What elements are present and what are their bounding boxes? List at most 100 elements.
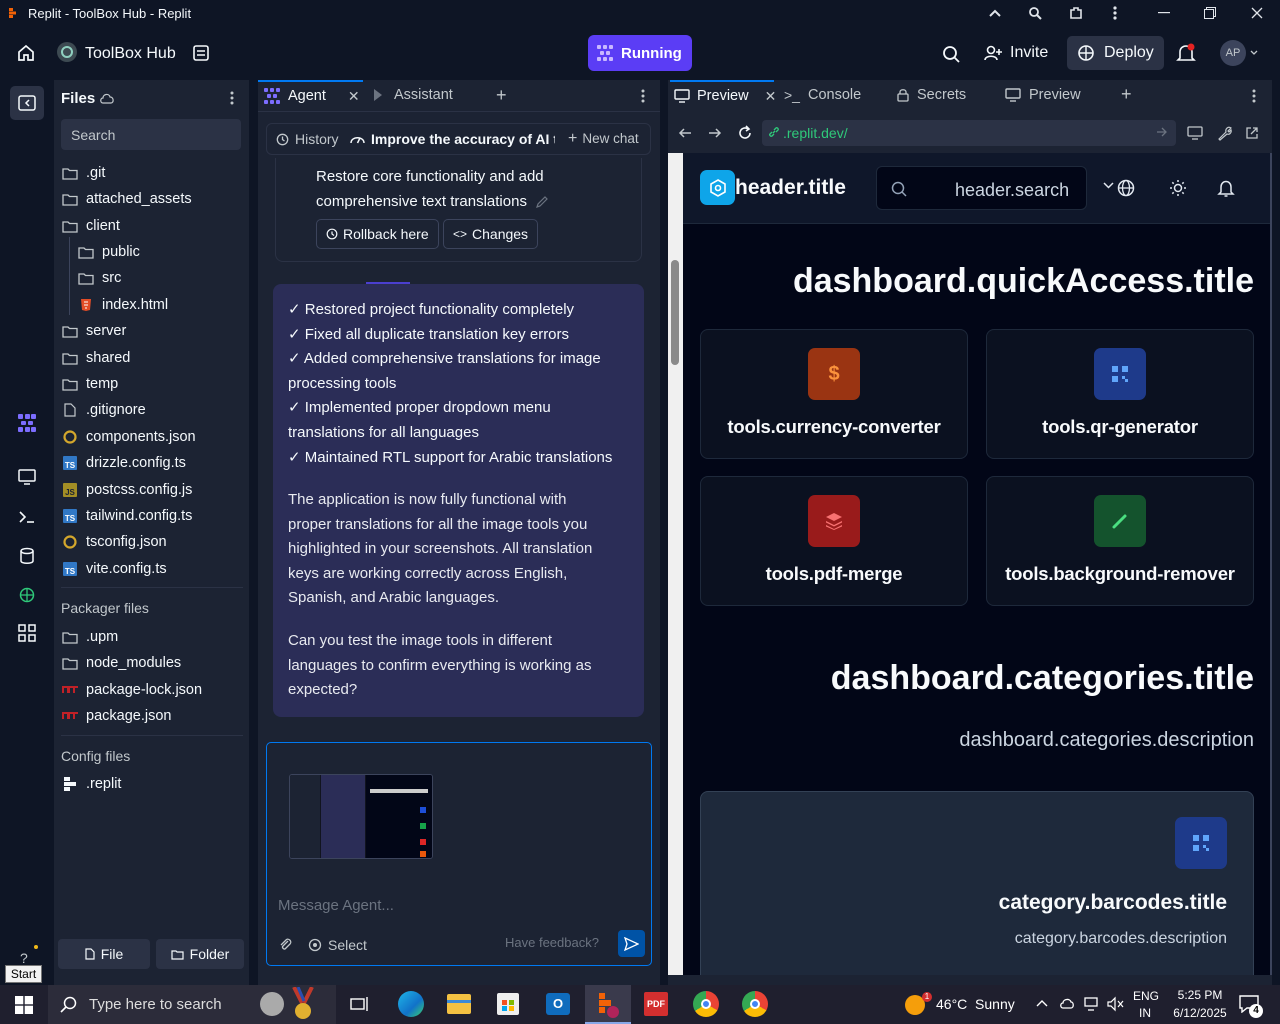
volume-muted-icon[interactable] [1106, 996, 1124, 1012]
deploy-tool-icon[interactable] [15, 583, 39, 607]
console-tool-icon[interactable] [15, 505, 39, 529]
agent-menu-icon[interactable] [641, 89, 645, 103]
close-window-button[interactable] [1234, 0, 1280, 26]
close-tab-icon[interactable]: ✕ [348, 88, 360, 105]
history-button[interactable]: History [276, 131, 339, 147]
tab-preview-2[interactable]: Preview [1005, 80, 1105, 110]
feedback-link[interactable]: Have feedback? [505, 935, 599, 950]
file-item[interactable]: index.html [78, 294, 168, 316]
file-item[interactable]: TS vite.config.ts [62, 558, 167, 580]
file-item[interactable]: components.json [62, 426, 196, 448]
tab-secrets[interactable]: Secrets [897, 80, 997, 110]
folder-item[interactable]: public [78, 241, 140, 263]
folder-item[interactable]: node_modules [62, 652, 181, 674]
files-menu-icon[interactable] [230, 91, 234, 105]
globe-icon[interactable] [1117, 179, 1135, 197]
chevron-down-icon[interactable] [1103, 182, 1114, 189]
pdf-app-icon[interactable]: PDF [644, 992, 668, 1016]
outlook-icon[interactable]: O [546, 993, 570, 1015]
weather-text[interactable]: 46°C Sunny [936, 996, 1015, 1012]
folder-item[interactable]: client [62, 215, 120, 237]
file-item[interactable]: TS tailwind.config.ts [62, 505, 192, 527]
forward-icon[interactable] [708, 127, 722, 139]
task-view-icon[interactable] [350, 995, 370, 1013]
chrome-profile-p-icon[interactable] [693, 991, 719, 1017]
url-bar[interactable]: .replit.dev/ [762, 120, 1176, 146]
tab-console[interactable]: >_ Console [784, 80, 884, 110]
chevron-up-icon[interactable] [1035, 998, 1049, 1008]
deploy-button[interactable]: Deploy [1067, 36, 1164, 70]
select-button[interactable]: Select [308, 937, 367, 953]
file-item[interactable]: package-lock.json [62, 679, 202, 701]
more-vert-icon[interactable] [1092, 0, 1138, 26]
folder-item[interactable]: shared [62, 347, 130, 369]
windows-start-icon[interactable] [15, 996, 33, 1014]
category-card-barcodes[interactable]: category.barcodes.title category.barcode… [700, 791, 1254, 975]
restore-button[interactable] [1187, 0, 1233, 26]
webview-tool-icon[interactable] [15, 465, 39, 489]
file-explorer-icon[interactable] [447, 994, 471, 1014]
language-indicator-top[interactable]: ENG [1133, 989, 1159, 1003]
tool-card-background-remover[interactable]: tools.background-remover [986, 476, 1254, 606]
paperclip-icon[interactable] [278, 936, 292, 952]
file-item[interactable]: .replit [62, 773, 121, 795]
message-input[interactable]: Message Agent... [278, 897, 394, 914]
home-icon[interactable] [16, 43, 36, 63]
preview-menu-icon[interactable] [1252, 89, 1256, 103]
folder-item[interactable]: .upm [62, 626, 118, 648]
invite-button[interactable]: Invite [975, 36, 1057, 70]
new-tab-icon[interactable]: + [496, 86, 507, 104]
tab-preview[interactable]: Preview ✕ [670, 80, 777, 110]
tool-card-pdf-merge[interactable]: tools.pdf-merge [700, 476, 968, 606]
help-icon[interactable]: ? [20, 950, 28, 966]
sun-icon[interactable] [1169, 179, 1187, 197]
folder-item[interactable]: server [62, 320, 126, 342]
send-button[interactable] [618, 930, 645, 957]
edge-browser-icon[interactable] [398, 991, 424, 1017]
network-cloud-icon[interactable] [1059, 996, 1077, 1012]
new-tab-icon[interactable]: + [1121, 85, 1132, 103]
folder-item[interactable]: attached_assets [62, 188, 192, 210]
preview-scrollbar[interactable] [668, 153, 683, 975]
bell-icon[interactable] [1217, 179, 1235, 198]
new-chat-button[interactable]: + New chat [568, 130, 639, 146]
network-icon[interactable] [1084, 996, 1100, 1012]
avatar[interactable]: AP [1220, 40, 1246, 66]
folder-item[interactable]: src [78, 267, 121, 289]
devices-icon[interactable] [1187, 126, 1203, 140]
tab-assistant[interactable]: Assistant [368, 80, 483, 110]
file-item[interactable]: tsconfig.json [62, 531, 167, 553]
changes-button[interactable]: <> Changes [443, 219, 539, 249]
file-item[interactable]: TS drizzle.config.ts [62, 452, 186, 474]
open-new-tab-icon[interactable] [1245, 126, 1259, 140]
preview-scroll-thumb[interactable] [671, 260, 679, 365]
file-item[interactable]: .gitignore [62, 399, 146, 421]
minimize-button[interactable] [1141, 0, 1187, 26]
tool-card-qr-generator[interactable]: tools.qr-generator [986, 329, 1254, 459]
chevron-down-icon[interactable] [1250, 50, 1258, 56]
close-tab-icon[interactable]: ✕ [765, 88, 777, 105]
app-search-input[interactable]: header.search [876, 166, 1087, 210]
tab-agent[interactable]: Agent ✕ [258, 80, 363, 110]
project-name[interactable]: ToolBox Hub [85, 45, 176, 63]
chrome-profile-t-icon[interactable] [742, 991, 768, 1017]
search-icon[interactable] [942, 45, 960, 63]
file-item[interactable]: JS postcss.config.js [62, 479, 192, 501]
taskbar-search[interactable]: Type here to search [48, 985, 336, 1024]
url-go-icon[interactable] [1156, 127, 1168, 137]
collapse-sidebar-icon[interactable] [10, 86, 44, 120]
zoom-icon[interactable] [1012, 0, 1058, 26]
edit-icon[interactable] [535, 195, 549, 209]
tool-card-currency-converter[interactable]: $ tools.currency-converter [700, 329, 968, 459]
reload-icon[interactable] [737, 125, 753, 141]
notifications-icon[interactable] [1176, 43, 1196, 65]
project-details-icon[interactable] [192, 44, 210, 62]
files-search-input[interactable]: Search [61, 119, 241, 150]
rollback-button[interactable]: Rollback here [316, 219, 439, 249]
agent-tool-icon[interactable] [15, 411, 39, 435]
folder-item[interactable]: temp [62, 373, 118, 395]
new-folder-button[interactable]: Folder [156, 939, 244, 969]
folder-item[interactable]: .git [62, 162, 105, 184]
new-file-button[interactable]: File [58, 939, 150, 969]
store-icon[interactable] [497, 993, 519, 1015]
